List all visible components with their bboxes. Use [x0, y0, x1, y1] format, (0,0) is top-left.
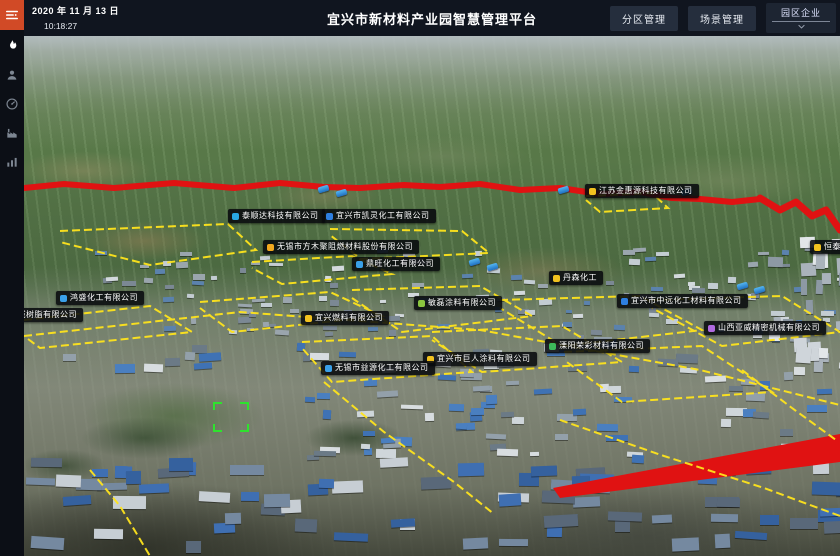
selection-corner: [213, 424, 222, 432]
company-label[interactable]: 泰顺达科技有限公司: [228, 209, 325, 223]
company-marker-icon: [232, 213, 239, 220]
company-label[interactable]: 鼎旺化工有限公司: [352, 257, 440, 271]
hamburger-icon[interactable]: [0, 0, 24, 30]
left-icon-rail: [0, 0, 24, 556]
header-actions: 分区管理 场景管理 园区企业: [610, 0, 836, 36]
dropdown-label: 园区企业: [772, 6, 830, 22]
bar-chart-icon[interactable]: [4, 154, 20, 170]
company-label-text: 鸿盛化工有限公司: [70, 294, 138, 302]
company-label[interactable]: 无锡市益源化工有限公司: [321, 361, 435, 375]
company-label[interactable]: 丹森化工: [549, 271, 603, 285]
company-marker-icon: [418, 300, 425, 307]
company-marker-icon: [814, 244, 821, 251]
company-marker-icon: [356, 261, 363, 268]
company-label[interactable]: 溧阳荣彩材料有限公司: [545, 339, 650, 353]
company-label-text: 恒泰化工有限公司: [824, 243, 840, 251]
selection-corner: [240, 424, 249, 432]
current-date: 2020 年 11 月 13 日: [32, 4, 119, 17]
company-marker-icon: [589, 188, 596, 195]
company-marker-icon: [305, 315, 312, 322]
company-marker-icon: [549, 343, 556, 350]
company-label-text: 宜兴市巨人涂料有限公司: [437, 355, 531, 363]
company-label-text: 宜兴燃料有限公司: [315, 314, 383, 322]
flame-icon[interactable]: [4, 38, 20, 54]
park-enterprises-dropdown[interactable]: 园区企业: [766, 3, 836, 33]
company-label-text: 江苏金惠源科技有限公司: [599, 187, 693, 195]
current-time: 10:18:27: [44, 21, 119, 31]
company-label[interactable]: 山西亚威精密机械有限公司: [704, 321, 826, 335]
company-label[interactable]: 宜兴燃料有限公司: [301, 311, 389, 325]
company-label-text: 溧阳荣彩材料有限公司: [559, 342, 644, 350]
factory-icon[interactable]: [4, 125, 20, 141]
company-label[interactable]: 宜兴市中远化工材料有限公司: [617, 294, 748, 308]
company-label[interactable]: 宜兴大诚树脂有限公司: [24, 308, 83, 322]
company-label[interactable]: 江苏金惠源科技有限公司: [585, 184, 699, 198]
company-label[interactable]: 宜兴市凯灵化工有限公司: [322, 209, 436, 223]
company-label-text: 丹森化工: [563, 274, 597, 282]
selection-corner: [240, 402, 249, 410]
company-label-text: 宜兴市凯灵化工有限公司: [336, 212, 430, 220]
selection-box[interactable]: [213, 402, 249, 432]
company-label[interactable]: 无锡市方木聚阻燃材料股份有限公司: [263, 240, 419, 254]
company-marker-icon: [326, 213, 333, 220]
zone-management-button[interactable]: 分区管理: [610, 6, 678, 31]
company-marker-icon: [325, 365, 332, 372]
company-label[interactable]: 恒泰化工有限公司: [810, 240, 840, 254]
company-marker-icon: [267, 244, 274, 251]
scene-management-button[interactable]: 场景管理: [688, 6, 756, 31]
company-label-text: 山西亚威精密机械有限公司: [718, 324, 820, 332]
selection-corner: [213, 402, 222, 410]
company-label-text: 鼎旺化工有限公司: [366, 260, 434, 268]
company-marker-icon: [621, 298, 628, 305]
company-marker-icon: [553, 275, 560, 282]
gauge-icon[interactable]: [4, 96, 20, 112]
company-label-text: 宜兴市中远化工材料有限公司: [631, 297, 742, 305]
company-label-text: 无锡市方木聚阻燃材料股份有限公司: [277, 243, 413, 251]
company-label[interactable]: 宜兴市巨人涂料有限公司: [423, 352, 537, 366]
company-label-text: 泰顺达科技有限公司: [242, 212, 319, 220]
header-bar: 2020 年 11 月 13 日 10:18:27 宜兴市新材料产业园智慧管理平…: [24, 0, 840, 36]
map-3d-viewport[interactable]: 泰顺达科技有限公司 宜兴市凯灵化工有限公司 江苏金惠源科技有限公司无锡市方木聚阻燃材…: [24, 36, 840, 556]
sidebar-items: [0, 38, 24, 170]
company-label-text: 宜兴大诚树脂有限公司: [24, 311, 77, 319]
datetime: 2020 年 11 月 13 日 10:18:27: [32, 4, 119, 31]
person-icon[interactable]: [4, 67, 20, 83]
company-label-text: 敏磊涂料有限公司: [428, 299, 496, 307]
company-marker-icon: [60, 295, 67, 302]
company-label[interactable]: 鸿盛化工有限公司: [56, 291, 144, 305]
company-label[interactable]: 敏磊涂料有限公司: [414, 296, 502, 310]
chevron-down-icon: [772, 22, 830, 32]
company-label-text: 无锡市益源化工有限公司: [335, 364, 429, 372]
company-marker-icon: [708, 325, 715, 332]
smart-park-platform: 2020 年 11 月 13 日 10:18:27 宜兴市新材料产业园智慧管理平…: [0, 0, 840, 556]
